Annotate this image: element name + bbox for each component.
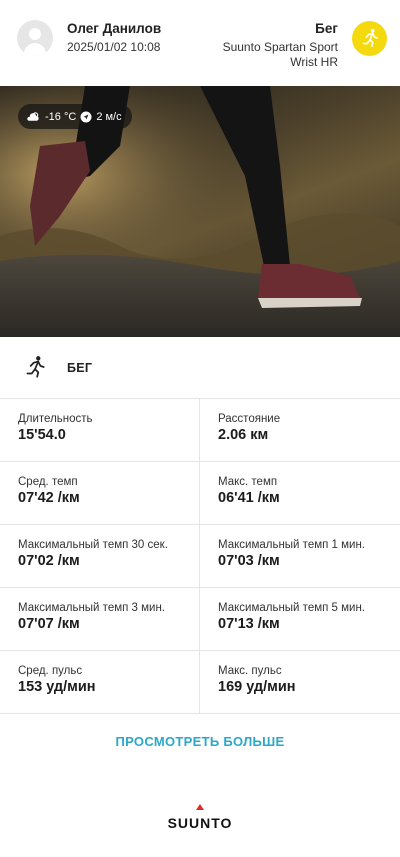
activity-photo[interactable]: -16 °C 2 м/с	[0, 86, 400, 337]
stat-value: 2.06 км	[218, 427, 269, 443]
weather-chip: -16 °C 2 м/с	[18, 104, 132, 129]
stat-cell: Максимальный темп 1 мин. 07'03 /км	[200, 525, 400, 587]
stat-value: 153 уд/мин	[18, 679, 96, 695]
running-person-icon	[26, 356, 45, 378]
stats-row: Длительность 15'54.0 Расстояние 2.06 км	[0, 399, 400, 462]
stats-row: Максимальный темп 3 мин. 07'07 /км Макси…	[0, 588, 400, 651]
stat-cell: Макс. пульс 169 уд/мин	[200, 651, 400, 713]
stat-value: 06'41 /км	[218, 490, 280, 506]
stat-label: Макс. темп	[218, 476, 278, 488]
stat-value: 15'54.0	[18, 427, 66, 443]
stat-label: Максимальный темп 1 мин.	[218, 539, 366, 551]
activity-type: Бег	[315, 21, 338, 36]
brand-logo: SUUNTO	[167, 815, 233, 831]
stat-value: 07'02 /км	[18, 553, 80, 569]
stats-row: Сред. темп 07'42 /км Макс. темп 06'41 /к…	[0, 462, 400, 525]
activity-date: 2025/01/02 10:08	[67, 40, 161, 54]
wind-text: 2 м/с	[96, 110, 122, 123]
stats-row: Сред. пульс 153 уд/мин Макс. пульс 169 у…	[0, 651, 400, 714]
stat-cell: Максимальный темп 5 мин. 07'13 /км	[200, 588, 400, 650]
stat-cell: Макс. темп 06'41 /км	[200, 462, 400, 524]
user-name[interactable]: Олег Данилов	[67, 21, 161, 36]
stat-cell: Сред. темп 07'42 /км	[0, 462, 200, 524]
activity-header: Олег Данилов 2025/01/02 10:08 Бег Suunto…	[0, 0, 400, 86]
view-more-button[interactable]: ПРОСМОТРЕТЬ БОЛЬШЕ	[0, 734, 400, 749]
stat-cell: Расстояние 2.06 км	[200, 399, 400, 461]
stat-value: 07'42 /км	[18, 490, 80, 506]
stat-value: 07'03 /км	[218, 553, 280, 569]
stat-label: Максимальный темп 3 мин.	[18, 602, 166, 614]
running-person-icon	[352, 21, 387, 56]
stat-value: 169 уд/мин	[218, 679, 296, 695]
stat-label: Максимальный темп 5 мин.	[218, 602, 366, 614]
stat-label: Сред. пульс	[18, 665, 83, 677]
stat-value: 07'13 /км	[218, 616, 280, 632]
stat-cell: Длительность 15'54.0	[0, 399, 200, 461]
device-name: Suunto Spartan Sport Wrist HR	[222, 40, 338, 69]
section-label: БЕГ	[67, 361, 93, 375]
stat-label: Макс. пульс	[218, 665, 282, 677]
stat-label: Максимальный темп 30 сек.	[18, 539, 168, 551]
activity-section-header: БЕГ	[0, 337, 400, 399]
navigation-arrow-icon	[80, 111, 92, 122]
stat-label: Длительность	[18, 413, 93, 425]
avatar-body	[24, 43, 46, 56]
stats-row: Максимальный темп 30 сек. 07'02 /км Макс…	[0, 525, 400, 588]
stat-label: Сред. темп	[18, 476, 78, 488]
brand-triangle-icon	[196, 804, 204, 810]
cloud-sun-icon	[27, 111, 39, 121]
avatar-head	[29, 28, 41, 40]
stats-grid: Длительность 15'54.0 Расстояние 2.06 км …	[0, 399, 400, 714]
stat-label: Расстояние	[218, 413, 281, 425]
stat-cell: Сред. пульс 153 уд/мин	[0, 651, 200, 713]
temperature-text: -16 °C	[45, 110, 77, 123]
stat-cell: Максимальный темп 30 сек. 07'02 /км	[0, 525, 200, 587]
user-avatar[interactable]	[17, 20, 53, 56]
stat-cell: Максимальный темп 3 мин. 07'07 /км	[0, 588, 200, 650]
stat-value: 07'07 /км	[18, 616, 80, 632]
